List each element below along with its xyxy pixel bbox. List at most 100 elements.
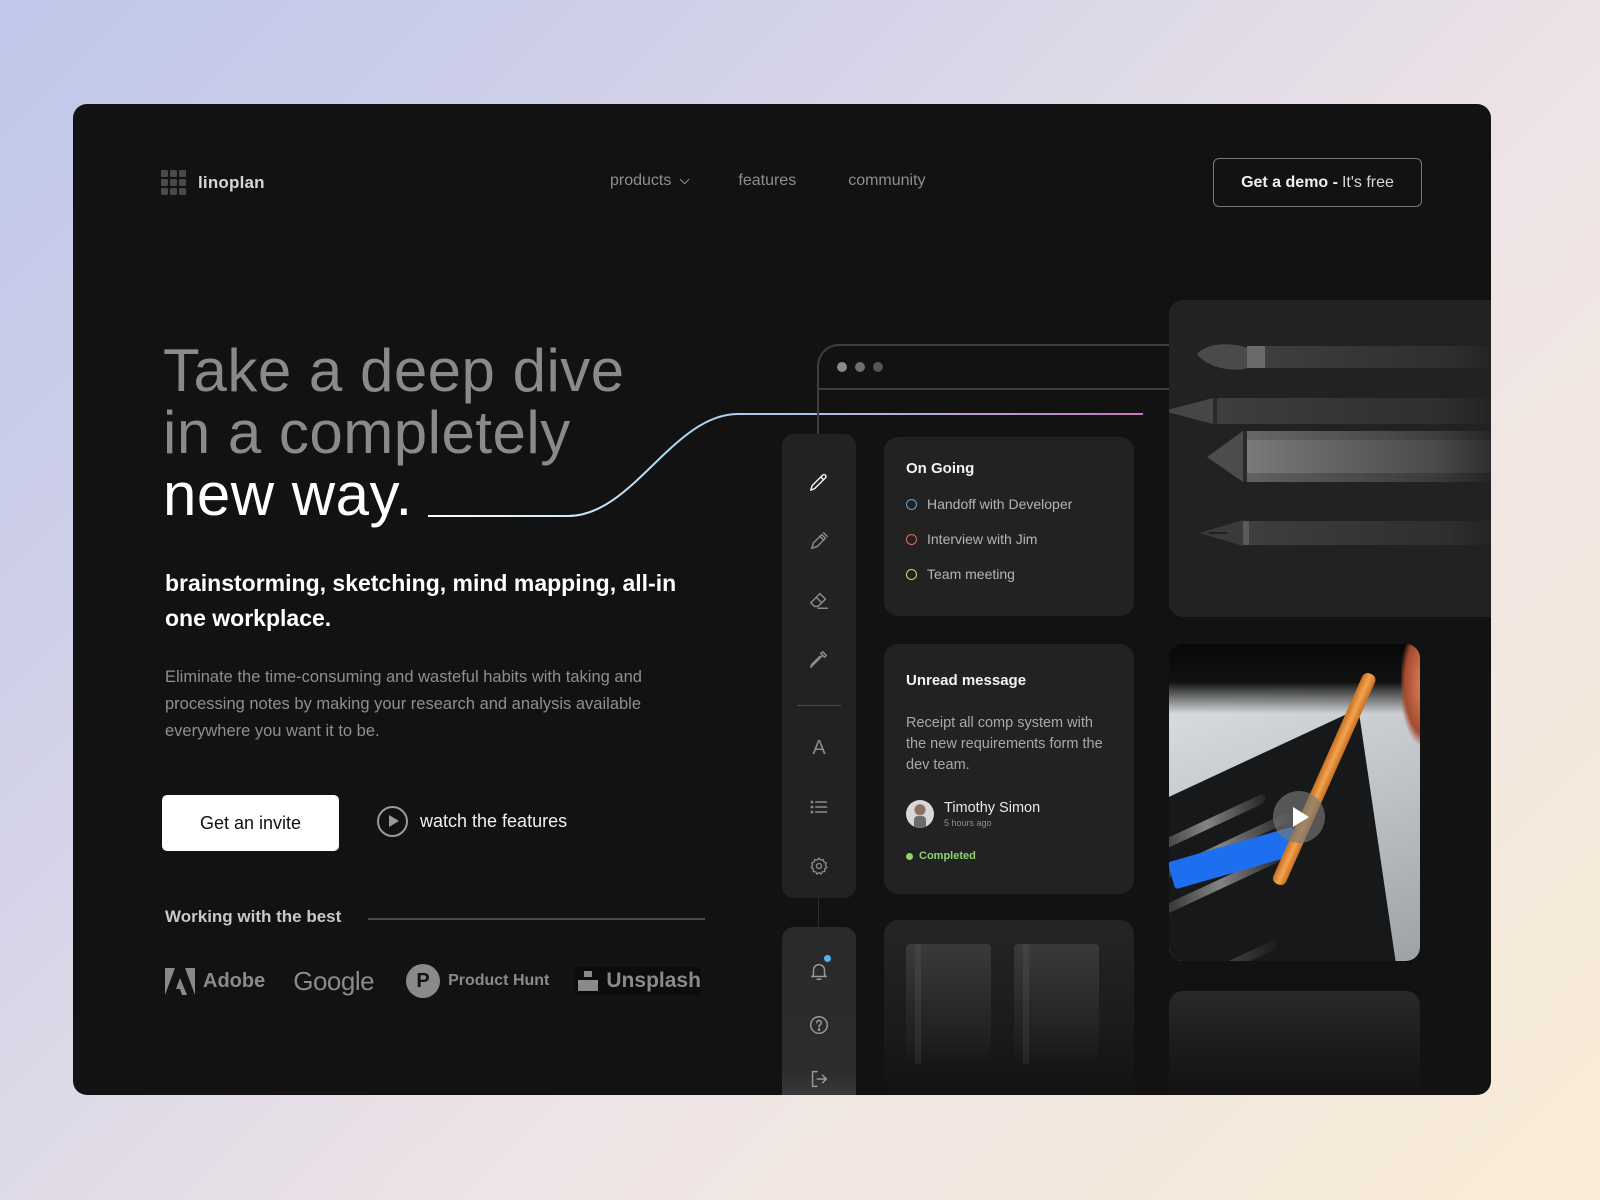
secondary-toolbar [782, 927, 856, 1095]
demo-label-bold: Get a demo - [1241, 173, 1338, 191]
task-label: Team meeting [927, 566, 1015, 582]
main-nav: products features community [610, 172, 926, 190]
hero-subtitle: brainstorming, sketching, mind mapping, … [165, 570, 677, 631]
preview-pane [906, 944, 991, 1064]
pencil-icon [810, 473, 827, 491]
partners-divider [368, 918, 705, 920]
tool-eyedropper[interactable] [799, 639, 839, 679]
eyedropper-icon [810, 650, 828, 668]
layout-preview-card [884, 920, 1134, 1095]
hero-title: Take a deep dive in a completely new way… [163, 340, 625, 526]
unread-message-card[interactable]: Unread message Receipt all comp system w… [884, 644, 1134, 894]
nav-community-label: community [848, 172, 926, 189]
status-dot [906, 852, 913, 860]
nav-products-label: products [610, 172, 672, 189]
task-status-ring-icon [906, 533, 917, 545]
text-icon: A [812, 736, 826, 759]
brand-logo[interactable]: linoplan [161, 170, 265, 195]
stylus-icon [1169, 398, 1491, 424]
partner-product-hunt[interactable]: P Product Hunt [406, 964, 549, 998]
status-label: Completed [919, 850, 976, 862]
unread-title: Unread message [906, 672, 1027, 689]
task-item[interactable]: Interview with Jim [906, 531, 1112, 547]
partner-logos: Adobe Google P Product Hunt Unsplash [165, 964, 701, 998]
list-icon [810, 800, 828, 814]
task-label: Interview with Jim [927, 531, 1038, 547]
product-hunt-logo-icon: P [406, 964, 441, 998]
watch-features-label: watch the features [420, 811, 568, 831]
brand-name: linoplan [198, 172, 265, 192]
avatar [906, 800, 934, 828]
bell-icon [810, 963, 828, 980]
tool-text[interactable]: A [799, 728, 839, 768]
logout-icon [811, 1070, 828, 1088]
notification-dot [824, 955, 831, 962]
tool-pen[interactable] [799, 521, 839, 561]
author-name: Timothy Simon [944, 800, 1041, 816]
demo-label-light: It's free [1341, 173, 1394, 191]
tool-pencil[interactable] [799, 462, 839, 502]
task-item[interactable]: Team meeting [906, 566, 1112, 582]
partner-adobe[interactable]: Adobe [165, 967, 266, 995]
window-dot [855, 362, 865, 372]
message-time: 5 hours ago [944, 818, 992, 828]
nav-products[interactable]: products [610, 172, 690, 190]
grid-logo-icon [161, 170, 186, 195]
tool-notifications[interactable] [799, 951, 839, 991]
hero-title-line1: Take a deep dive [163, 337, 625, 404]
video-play-button[interactable] [1273, 791, 1325, 843]
chevron-down-icon [680, 173, 690, 184]
partner-adobe-label: Adobe [203, 969, 266, 992]
tool-logout[interactable] [799, 1059, 839, 1095]
pen-icon [810, 532, 828, 550]
partner-google[interactable]: Google [293, 966, 374, 997]
eraser-icon [810, 592, 828, 609]
partner-unsplash[interactable]: Unsplash [575, 967, 701, 995]
get-invite-button[interactable]: Get an invite [162, 795, 339, 851]
tool-settings[interactable] [799, 846, 839, 886]
hero-title-line3: new way. [163, 461, 413, 528]
status-badge: Completed [906, 850, 1112, 862]
message-body: Receipt all comp system with the new req… [906, 715, 1103, 773]
toolbar-connector [818, 898, 819, 927]
help-icon [810, 1016, 828, 1034]
partners-label: Working with the best [165, 907, 342, 926]
ongoing-title: On Going [906, 460, 975, 477]
ongoing-card: On Going Handoff with Developer Intervie… [884, 437, 1134, 616]
paintbrush-icon [1197, 344, 1491, 370]
nav-community[interactable]: community [848, 172, 925, 190]
task-item[interactable]: Handoff with Developer [906, 496, 1112, 512]
adobe-logo-icon [165, 967, 195, 995]
nav-features-label: features [738, 172, 797, 189]
marker-icon [1207, 431, 1491, 482]
fountain-pen-icon [1199, 520, 1491, 546]
unsplash-logo-icon [578, 971, 599, 991]
hand-image [1401, 644, 1420, 744]
partner-google-label: Google [293, 965, 375, 996]
task-status-ring-icon [906, 498, 917, 510]
preview-pane [1014, 944, 1099, 1064]
watch-features-button[interactable]: watch the features [377, 806, 567, 837]
window-dot [837, 362, 847, 372]
partner-unsplash-label: Unsplash [606, 969, 701, 992]
nav-features[interactable]: features [738, 172, 796, 190]
get-demo-button[interactable]: Get a demo - It's free [1213, 158, 1422, 207]
landing-page-frame: linoplan products features community Get… [73, 104, 1491, 1095]
hero-description: Eliminate the time-consuming and wastefu… [165, 668, 642, 740]
brushes-illustration [1169, 344, 1491, 546]
partner-product-hunt-label: Product Hunt [448, 972, 550, 989]
tool-help[interactable] [799, 1005, 839, 1045]
drawing-toolbar: A [782, 434, 856, 898]
task-status-ring-icon [906, 568, 917, 580]
settings-icon [810, 857, 828, 876]
play-icon [377, 806, 408, 837]
feature-video-thumbnail[interactable] [1169, 644, 1420, 961]
task-label: Handoff with Developer [927, 496, 1073, 512]
window-controls [837, 362, 883, 372]
message-author: Timothy Simon 5 hours ago [906, 800, 1112, 828]
faded-card [1169, 991, 1420, 1095]
tool-list[interactable] [799, 787, 839, 827]
window-dot [873, 362, 883, 372]
brush-showcase [1169, 300, 1491, 617]
tool-eraser[interactable] [799, 580, 839, 620]
